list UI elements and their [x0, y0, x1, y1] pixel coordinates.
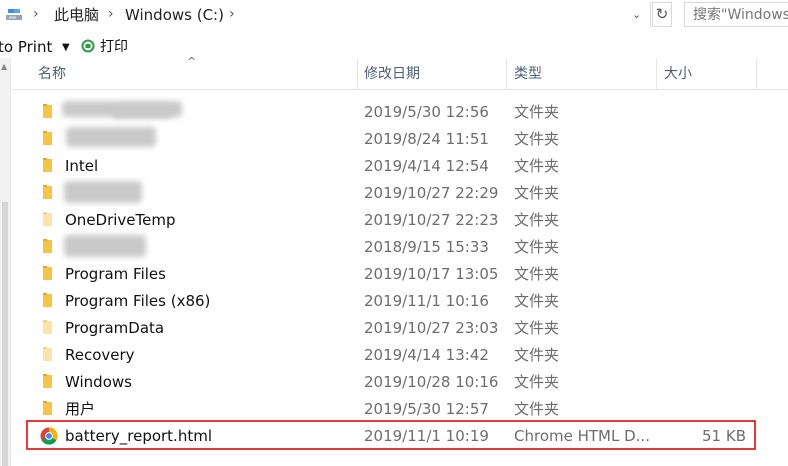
file-type: 文件夹: [514, 130, 560, 148]
refresh-icon: ↻: [655, 5, 669, 23]
folder-icon: [43, 185, 52, 199]
sort-ascending-icon: ^: [187, 55, 197, 68]
file-date: 2019/11/1 10:16: [364, 292, 489, 310]
breadcrumb-chevron-icon[interactable]: ›: [33, 5, 39, 23]
table-row[interactable]: OneDriveTemp 2019/10/27 22:23 文件夹: [26, 206, 756, 233]
folder-icon: [43, 401, 52, 415]
folder-icon: [43, 266, 52, 280]
table-row[interactable]: Program Files (x86) 2019/11/1 10:16 文件夹: [26, 287, 756, 314]
address-bar[interactable]: › 此电脑 › Windows (C:) › ⌄: [0, 2, 651, 27]
column-divider[interactable]: [656, 59, 657, 89]
breadcrumb-chevron-icon[interactable]: ›: [108, 5, 114, 23]
table-row[interactable]: Windows 2019/10/28 10:16 文件夹: [26, 368, 756, 395]
folder-icon: [43, 131, 52, 145]
table-row[interactable]: ProgramData 2019/10/27 23:03 文件夹: [26, 314, 756, 341]
print-to-dropdown-icon[interactable]: ▼: [62, 42, 70, 53]
scroll-up-icon[interactable]: ▲: [1, 62, 7, 71]
scrollbar-thumb[interactable]: [2, 202, 8, 466]
refresh-button[interactable]: ↻: [652, 2, 672, 27]
file-name: Program Files (x86): [65, 292, 211, 310]
folder-icon: [43, 212, 52, 226]
this-pc-icon: [6, 9, 22, 20]
folder-icon: [43, 374, 52, 388]
table-row[interactable]: 2019/5/30 12:56 文件夹: [26, 98, 756, 125]
highlight-box: [26, 420, 756, 450]
file-date: 2019/4/14 13:42: [364, 346, 489, 364]
file-date: 2019/10/27 22:29: [364, 184, 499, 202]
file-name: OneDriveTemp: [65, 211, 176, 229]
table-row[interactable]: 用户 2019/5/30 12:57 文件夹: [26, 395, 756, 422]
file-type: 文件夹: [514, 238, 560, 256]
folder-icon: [43, 158, 52, 172]
column-header-date[interactable]: 修改日期: [364, 66, 420, 82]
redacted-name-blur: [66, 127, 156, 147]
redacted-name-blur: [64, 235, 146, 257]
file-name: ProgramData: [65, 319, 165, 337]
file-date: 2019/8/24 11:51: [364, 130, 489, 148]
file-type: 文件夹: [514, 103, 560, 121]
breadcrumb-windows-c[interactable]: Windows (C:): [125, 7, 224, 23]
redacted-name-blur: [64, 181, 142, 203]
file-type: 文件夹: [514, 292, 560, 310]
file-date: 2019/5/30 12:56: [364, 103, 489, 121]
breadcrumb-this-pc[interactable]: 此电脑: [54, 7, 99, 23]
file-type: 文件夹: [514, 373, 560, 391]
file-name: Intel: [65, 157, 99, 175]
print-icon[interactable]: [81, 39, 95, 53]
file-date: 2019/10/28 10:16: [364, 373, 499, 391]
file-type: 文件夹: [514, 211, 560, 229]
file-date: 2019/10/27 22:23: [364, 211, 499, 229]
table-row[interactable]: Recovery 2019/4/14 13:42 文件夹: [26, 341, 756, 368]
file-type: 文件夹: [514, 265, 560, 283]
table-row[interactable]: Intel 2019/4/14 12:54 文件夹: [26, 152, 756, 179]
file-type: 文件夹: [514, 184, 560, 202]
file-type: 文件夹: [514, 157, 560, 175]
table-row[interactable]: 2019/8/24 11:51 文件夹: [26, 125, 756, 152]
file-date: 2019/10/27 23:03: [364, 319, 499, 337]
column-header-name[interactable]: 名称: [38, 66, 66, 82]
address-bar-row: › 此电脑 › Windows (C:) › ⌄ ↻: [0, 0, 788, 30]
column-divider[interactable]: [506, 59, 507, 89]
file-date: 2018/9/15 15:33: [364, 238, 489, 256]
file-name: 用户: [65, 400, 96, 418]
file-type: 文件夹: [514, 319, 560, 337]
folder-icon: [43, 104, 52, 118]
redacted-name-blur: [112, 106, 172, 118]
column-header-type[interactable]: 类型: [514, 66, 542, 82]
file-date: 2019/4/14 12:54: [364, 157, 489, 175]
file-name: Recovery: [65, 346, 135, 364]
print-button[interactable]: 打印: [100, 39, 128, 55]
address-history-dropdown-icon[interactable]: ⌄: [632, 8, 641, 21]
column-divider[interactable]: [756, 59, 757, 89]
file-name: Windows: [65, 373, 132, 391]
folder-icon: [43, 293, 52, 307]
breadcrumb-chevron-icon[interactable]: ›: [229, 5, 235, 23]
folder-icon: [43, 347, 52, 361]
column-header-size[interactable]: 大小: [664, 66, 692, 82]
file-type: 文件夹: [514, 400, 560, 418]
search-input[interactable]: [684, 2, 788, 27]
column-divider[interactable]: [357, 59, 358, 89]
file-date: 2019/5/30 12:57: [364, 400, 489, 418]
file-type: 文件夹: [514, 346, 560, 364]
folder-icon: [43, 239, 52, 253]
file-name: Program Files: [65, 265, 166, 283]
table-row[interactable]: 2018/9/15 15:33 文件夹: [26, 233, 756, 260]
table-row[interactable]: Program Files 2019/10/17 13:05 文件夹: [26, 260, 756, 287]
file-date: 2019/10/17 13:05: [364, 265, 499, 283]
command-toolbar: to Print ▼ 打印: [0, 34, 788, 60]
table-row[interactable]: 2019/10/27 22:29 文件夹: [26, 179, 756, 206]
folder-icon: [43, 320, 52, 334]
print-to-label[interactable]: to Print: [0, 39, 52, 55]
